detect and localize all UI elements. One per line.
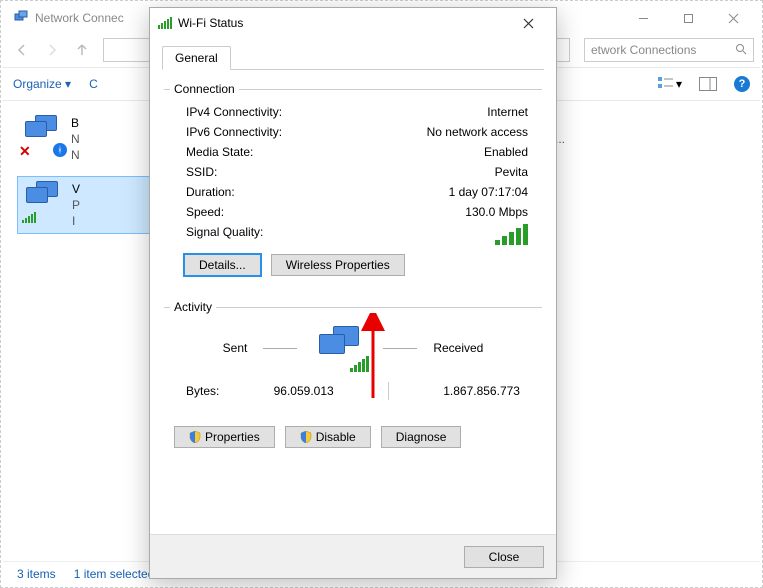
organize-menu[interactable]: Organize ▾ — [13, 77, 71, 91]
disable-label: Disable — [316, 430, 356, 444]
disconnected-icon: ✕ — [19, 143, 33, 157]
duration-value: 1 day 07:17:04 — [449, 185, 528, 199]
ssid-value: Pevita — [495, 165, 528, 179]
bytes-label: Bytes: — [186, 384, 219, 398]
divider — [263, 348, 297, 349]
adapter-status: N — [71, 131, 80, 147]
ssid-label: SSID: — [186, 165, 217, 179]
divider — [383, 348, 417, 349]
bytes-received-value: 1.867.856.773 — [443, 384, 520, 398]
ipv6-label: IPv6 Connectivity: — [186, 125, 282, 139]
speed-value: 130.0 Mbps — [465, 205, 528, 219]
shield-icon — [300, 431, 312, 443]
sent-label: Sent — [223, 341, 248, 355]
disable-button[interactable]: Disable — [285, 426, 371, 448]
adapter-icon: ✕ ᚼ — [21, 115, 65, 155]
maximize-button[interactable] — [666, 4, 711, 32]
wifi-signal-icon — [158, 17, 172, 29]
chevron-down-icon: ▾ — [676, 77, 682, 91]
adapter-device: N — [71, 147, 80, 163]
diagnose-button[interactable]: Diagnose — [381, 426, 462, 448]
adapter-device: I — [72, 213, 80, 229]
properties-label: Properties — [205, 430, 260, 444]
network-icon — [13, 10, 29, 26]
activity-icon — [313, 326, 367, 370]
wireless-properties-button[interactable]: Wireless Properties — [271, 254, 405, 276]
speed-label: Speed: — [186, 205, 224, 219]
bluetooth-icon: ᚼ — [53, 143, 67, 157]
dialog-footer: Close — [150, 534, 556, 578]
connection-legend: Connection — [170, 82, 239, 96]
close-dialog-button[interactable]: Close — [464, 546, 544, 568]
dialog-close-button[interactable] — [508, 10, 548, 36]
dialog-titlebar[interactable]: Wi-Fi Status — [150, 8, 556, 38]
duration-label: Duration: — [186, 185, 235, 199]
close-button[interactable] — [711, 4, 756, 32]
media-state-value: Enabled — [484, 145, 528, 159]
dialog-title: Wi-Fi Status — [178, 16, 243, 30]
received-label: Received — [433, 341, 483, 355]
tab-general[interactable]: General — [162, 46, 231, 70]
view-mode-button[interactable]: ▾ — [658, 76, 682, 93]
search-box[interactable]: etwork Connections — [584, 38, 754, 62]
details-button[interactable]: Details... — [184, 254, 261, 276]
command-c[interactable]: C — [89, 77, 98, 91]
adapter-name: V — [72, 181, 80, 197]
activity-group: Activity Sent Received Bytes: 96.059.013 — [164, 300, 542, 412]
wifi-status-dialog: Wi-Fi Status General Connection IPv4 Con… — [149, 7, 557, 579]
ipv4-value: Internet — [487, 105, 528, 119]
view-icon — [658, 76, 674, 93]
back-button[interactable] — [9, 37, 35, 63]
signal-quality-icon — [495, 225, 528, 245]
selection-count: 1 item selected — [74, 567, 155, 581]
adapter-name: B — [71, 115, 80, 131]
search-placeholder: etwork Connections — [591, 43, 696, 57]
signal-quality-label: Signal Quality: — [186, 225, 263, 245]
item-count: 3 items — [17, 567, 56, 581]
tab-strip: General — [162, 44, 544, 70]
shield-icon — [189, 431, 201, 443]
divider — [388, 382, 389, 400]
up-button[interactable] — [69, 37, 95, 63]
connection-group: Connection IPv4 Connectivity: Internet IP… — [164, 82, 542, 288]
forward-button[interactable] — [39, 37, 65, 63]
ipv4-label: IPv4 Connectivity: — [186, 105, 282, 119]
minimize-button[interactable] — [621, 4, 666, 32]
preview-pane-button[interactable] — [696, 73, 720, 95]
search-icon — [735, 43, 747, 58]
parent-title: Network Connec — [35, 11, 124, 25]
bytes-sent-value: 96.059.013 — [274, 384, 334, 398]
ipv6-value: No network access — [427, 125, 528, 139]
signal-icon — [22, 212, 36, 223]
adapter-status: P — [72, 197, 80, 213]
media-state-label: Media State: — [186, 145, 253, 159]
adapter-icon — [22, 181, 66, 221]
properties-button[interactable]: Properties — [174, 426, 275, 448]
help-button[interactable]: ? — [734, 76, 750, 92]
activity-legend: Activity — [170, 300, 216, 314]
